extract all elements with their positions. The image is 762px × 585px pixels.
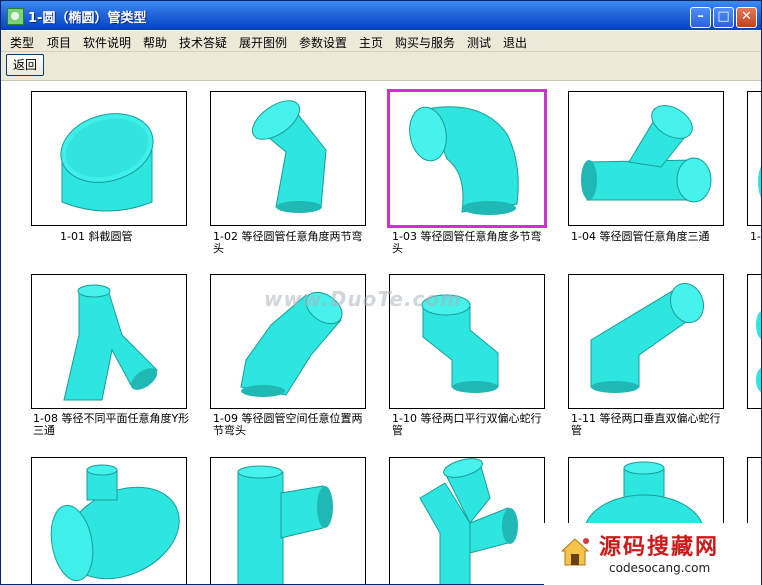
app-window: 1-圆（椭圆）管类型 – □ ✕ 类型 项目 软件说明 帮助 技术答疑 展开图例… <box>0 0 762 585</box>
pipe-item-row3-1[interactable] <box>31 457 187 584</box>
pipe-caption: 1-11 等径两口垂直双偏心蛇行管 <box>571 412 721 437</box>
close-button[interactable]: ✕ <box>736 7 757 28</box>
menu-item-home[interactable]: 主页 <box>359 34 383 51</box>
menu-item-software-info[interactable]: 软件说明 <box>83 34 131 51</box>
pipe-caption: 1-09 等径圆管空间任意位置两节弯头 <box>213 412 363 437</box>
pipe-thumbnail-partial[interactable] <box>747 91 761 226</box>
pipe-caption: 1-02 等径圆管任意角度两节弯头 <box>213 230 363 255</box>
menu-item-settings[interactable]: 参数设置 <box>299 34 347 51</box>
app-icon <box>7 8 24 25</box>
house-icon <box>560 538 590 566</box>
pipe-caption-partial: 1- <box>750 230 761 243</box>
pipe-type-grid: 1-01 斜截圆管 1-02 等径圆管任意角度两节弯头 1-03 等径圆管任意角 <box>2 81 761 584</box>
menu-item-help[interactable]: 帮助 <box>143 34 167 51</box>
menu-item-test[interactable]: 测试 <box>467 34 491 51</box>
menu-item-tech-support[interactable]: 技术答疑 <box>179 34 227 51</box>
pipe-caption: 1-10 等径两口平行双偏心蛇行管 <box>392 412 542 437</box>
pipe-item-1-08[interactable] <box>31 274 187 411</box>
pipe-thumbnail-selected[interactable] <box>387 89 547 228</box>
minimize-button[interactable]: – <box>690 7 711 28</box>
pipe-thumbnail[interactable] <box>210 457 366 584</box>
pipe-item-1-04[interactable] <box>568 91 724 228</box>
pipe-caption: 1-08 等径不同平面任意角度Y形三通 <box>33 412 190 437</box>
pipe-item-1-02[interactable] <box>210 91 366 228</box>
menu-bar: 类型 项目 软件说明 帮助 技术答疑 展开图例 参数设置 主页 购买与服务 测试… <box>1 31 761 52</box>
pipe-thumbnail[interactable] <box>31 274 187 409</box>
title-bar: 1-圆（椭圆）管类型 – □ ✕ <box>1 1 761 30</box>
menu-item-buy-service[interactable]: 购买与服务 <box>395 34 455 51</box>
toolbar: 返回 <box>1 52 761 81</box>
pipe-thumbnail-partial[interactable] <box>747 274 761 409</box>
pipe-item-row3-3[interactable] <box>389 457 545 584</box>
pipe-item-1-11[interactable] <box>568 274 724 411</box>
pipe-thumbnail[interactable] <box>568 274 724 409</box>
brand-badge: 源码搜藏网 codesocang.com <box>544 523 761 585</box>
pipe-caption: 1-04 等径圆管任意角度三通 <box>571 230 710 243</box>
window-title: 1-圆（椭圆）管类型 <box>28 11 147 26</box>
pipe-caption: 1-03 等径圆管任意角度多节弯头 <box>392 230 542 255</box>
pipe-thumbnail[interactable] <box>31 91 187 226</box>
pipe-thumbnail[interactable] <box>389 457 545 584</box>
pipe-item-1-03[interactable] <box>387 89 547 228</box>
pipe-thumbnail[interactable] <box>31 457 187 584</box>
brand-url: codesocang.com <box>609 561 711 575</box>
watermark: www.DuoTe.com <box>264 287 462 311</box>
back-button[interactable]: 返回 <box>6 54 44 76</box>
pipe-item-row3-2[interactable] <box>210 457 366 584</box>
maximize-button[interactable]: □ <box>713 7 734 28</box>
brand-title: 源码搜藏网 <box>599 535 720 560</box>
menu-item-exit[interactable]: 退出 <box>503 34 527 51</box>
pipe-item-1-01[interactable] <box>31 91 187 228</box>
pipe-thumbnail[interactable] <box>210 91 366 226</box>
menu-item-unfold-examples[interactable]: 展开图例 <box>239 34 287 51</box>
pipe-thumbnail[interactable] <box>568 91 724 226</box>
menu-item-project[interactable]: 项目 <box>47 34 71 51</box>
menu-item-type[interactable]: 类型 <box>10 34 34 51</box>
